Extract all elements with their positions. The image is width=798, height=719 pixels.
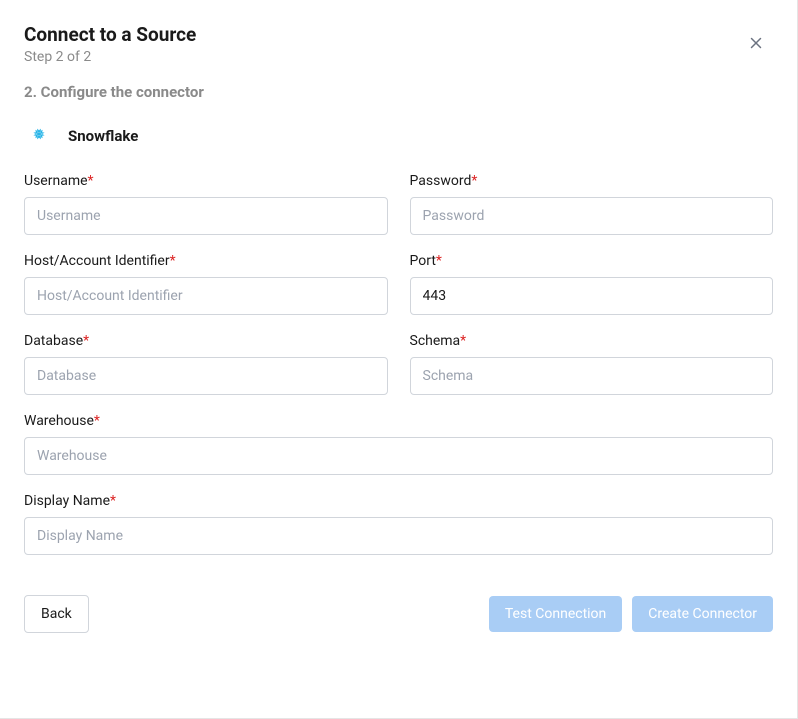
back-button[interactable]: Back: [24, 595, 89, 633]
display-name-input[interactable]: [24, 517, 773, 555]
close-button[interactable]: [743, 30, 769, 59]
required-mark: *: [460, 333, 466, 349]
password-label-text: Password: [410, 173, 472, 189]
database-label: Database*: [24, 333, 388, 349]
modal-footer: Back Test Connection Create Connector: [24, 595, 773, 633]
port-input[interactable]: [410, 277, 774, 315]
username-label: Username*: [24, 173, 388, 189]
connector-name: Snowflake: [68, 127, 138, 145]
password-field-wrapper: Password*: [410, 173, 774, 235]
required-mark: *: [436, 253, 442, 269]
modal-header: Connect to a Source Step 2 of 2: [24, 24, 773, 65]
step-indicator: Step 2 of 2: [24, 49, 773, 65]
database-input[interactable]: [24, 357, 388, 395]
host-label: Host/Account Identifier*: [24, 253, 388, 269]
primary-button-group: Test Connection Create Connector: [489, 596, 773, 632]
connect-source-modal: Connect to a Source Step 2 of 2 2. Confi…: [0, 0, 798, 719]
section-title: 2. Configure the connector: [24, 83, 773, 101]
snowflake-icon: [24, 119, 54, 153]
warehouse-input[interactable]: [24, 437, 773, 475]
database-field-wrapper: Database*: [24, 333, 388, 395]
username-input[interactable]: [24, 197, 388, 235]
port-label: Port*: [410, 253, 774, 269]
required-mark: *: [83, 333, 89, 349]
port-label-text: Port: [410, 253, 436, 269]
schema-input[interactable]: [410, 357, 774, 395]
required-mark: *: [94, 413, 100, 429]
warehouse-field-wrapper: Warehouse*: [24, 413, 773, 475]
test-connection-button[interactable]: Test Connection: [489, 596, 622, 632]
required-mark: *: [170, 253, 176, 269]
required-mark: *: [471, 173, 477, 189]
password-input[interactable]: [410, 197, 774, 235]
host-label-text: Host/Account Identifier: [24, 253, 170, 269]
close-icon: [747, 40, 765, 55]
host-input[interactable]: [24, 277, 388, 315]
connector-header: Snowflake: [24, 119, 773, 153]
modal-title: Connect to a Source: [24, 24, 773, 47]
port-field-wrapper: Port*: [410, 253, 774, 315]
required-mark: *: [88, 173, 94, 189]
schema-label: Schema*: [410, 333, 774, 349]
create-connector-button[interactable]: Create Connector: [632, 596, 773, 632]
display-name-label-text: Display Name: [24, 493, 110, 509]
password-label: Password*: [410, 173, 774, 189]
username-label-text: Username: [24, 173, 88, 189]
display-name-field-wrapper: Display Name*: [24, 493, 773, 555]
form-grid: Username* Password* Host/Account Identif…: [24, 173, 773, 555]
host-field-wrapper: Host/Account Identifier*: [24, 253, 388, 315]
warehouse-label: Warehouse*: [24, 413, 773, 429]
schema-field-wrapper: Schema*: [410, 333, 774, 395]
database-label-text: Database: [24, 333, 83, 349]
username-field-wrapper: Username*: [24, 173, 388, 235]
warehouse-label-text: Warehouse: [24, 413, 94, 429]
display-name-label: Display Name*: [24, 493, 773, 509]
schema-label-text: Schema: [410, 333, 461, 349]
required-mark: *: [110, 493, 116, 509]
